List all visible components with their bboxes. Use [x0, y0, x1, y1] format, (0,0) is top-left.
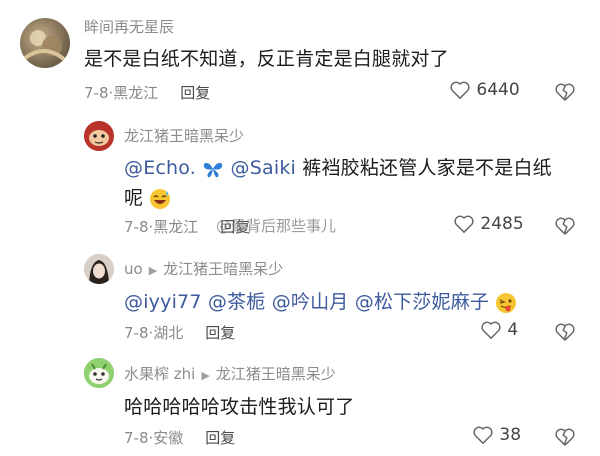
comment-meta: 7-8·黑龙江 回复	[84, 82, 210, 103]
comment-meta: 7-8·湖北 回复	[124, 322, 235, 343]
comment-username[interactable]: 龙江猪王暗黑呆少	[124, 125, 244, 146]
reply-button[interactable]: 回复	[205, 429, 235, 447]
laughing-sweat-emoji-icon	[150, 188, 171, 209]
comment-date: 7-8·黑龙江	[124, 218, 199, 236]
like-button[interactable]: 4	[480, 320, 518, 340]
comment-text: @Echo. @Saiki 裤裆胶粘还管人家是不是白纸	[124, 153, 552, 180]
comment-meta: 7-8·安徽 回复	[124, 427, 235, 448]
comment-username[interactable]: 眸间再无星辰	[84, 16, 174, 37]
heart-outline-icon	[481, 321, 501, 339]
comment-item: 水果榨 zhi ▶ 龙江猪王暗黑呆少 哈哈哈哈哈攻击性我认可了 7-8·安徽 回复 3…	[0, 355, 600, 456]
reply-author[interactable]: uo	[124, 260, 143, 278]
avatar[interactable]	[84, 358, 114, 388]
reply-button[interactable]: 回复	[220, 218, 250, 236]
reply-arrow-icon: ▶	[201, 369, 210, 382]
comment-text-part: 裤裆胶粘还管人家是不是白纸	[296, 157, 552, 179]
avatar[interactable]	[20, 18, 70, 68]
heart-outline-icon	[450, 81, 470, 99]
reply-button[interactable]: 回复	[205, 324, 235, 342]
reply-arrow-icon: ▶	[148, 264, 158, 277]
comment-meta: 7-8·黑龙江 回复	[124, 216, 250, 237]
like-count: 4	[507, 320, 519, 340]
broken-heart-icon	[555, 83, 575, 101]
like-count: 2485	[480, 214, 524, 234]
butterfly-icon	[204, 162, 223, 177]
heart-outline-icon	[454, 215, 474, 233]
mention-link[interactable]: @Echo.	[124, 157, 196, 179]
like-button[interactable]: 6440	[449, 80, 520, 100]
reply-button[interactable]: 回复	[180, 84, 210, 102]
avatar[interactable]	[84, 254, 114, 284]
comment-item: 龙江猪王暗黑呆少 @Echo. @Saiki 裤裆胶粘还管人家是不是白纸 呢 7…	[0, 115, 600, 245]
heart-outline-icon	[473, 426, 493, 444]
broken-heart-icon	[555, 217, 575, 235]
comment-text-line2: 呢	[124, 183, 171, 210]
comment-username: 水果榨 zhi ▶ 龙江猪王暗黑呆少	[124, 363, 336, 384]
comment-text: 是不是白纸不知道，反正肯定是白腿就对了	[84, 48, 449, 70]
reply-target[interactable]: 龙江猪王暗黑呆少	[163, 260, 283, 278]
like-count: 6440	[476, 80, 520, 100]
winking-tongue-emoji-icon	[496, 292, 517, 313]
comment-text: 哈哈哈哈哈攻击性我认可了	[124, 396, 355, 418]
broken-heart-icon	[555, 323, 575, 341]
broken-heart-icon	[555, 428, 575, 446]
dislike-button[interactable]	[554, 81, 576, 102]
like-button[interactable]: 2485	[453, 214, 524, 234]
like-count: 38	[499, 425, 522, 445]
mention-link[interactable]: @Saiki	[231, 157, 296, 179]
comment-date: 7-8·湖北	[124, 324, 184, 342]
comment-text-part: 呢	[124, 187, 144, 209]
avatar[interactable]	[84, 121, 114, 151]
reply-author[interactable]: 水果榨 zhi	[124, 365, 195, 383]
dislike-button[interactable]	[554, 426, 576, 447]
like-button[interactable]: 38	[472, 425, 521, 445]
comment-item: uo ▶ 龙江猪王暗黑呆少 @iyyi77 @茶栀 @吟山月 @松下莎妮麻子 7-8…	[0, 250, 600, 350]
comment-text: @iyyi77 @茶栀 @吟山月 @松下莎妮麻子	[124, 287, 517, 314]
comment-date: 7-8·黑龙江	[84, 84, 159, 102]
dislike-button[interactable]	[554, 215, 576, 236]
comment-date: 7-8·安徽	[124, 429, 184, 447]
reply-target[interactable]: 龙江猪王暗黑呆少	[216, 365, 336, 383]
comment-username: uo ▶ 龙江猪王暗黑呆少	[124, 258, 283, 279]
mention-link[interactable]: @iyyi77 @茶栀 @吟山月 @松下莎妮麻子	[124, 291, 489, 313]
comment-item: 眸间再无星辰 是不是白纸不知道，反正肯定是白腿就对了 7-8·黑龙江 回复 644…	[0, 0, 600, 120]
dislike-button[interactable]	[554, 321, 576, 342]
